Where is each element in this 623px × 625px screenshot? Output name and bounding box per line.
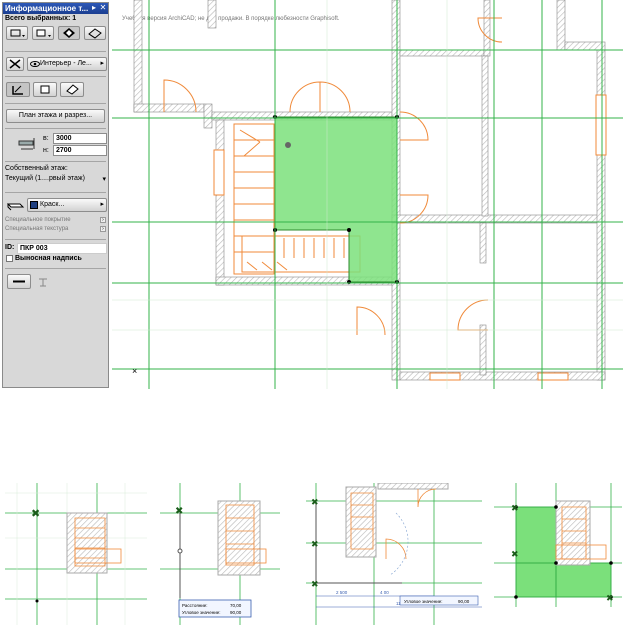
geometry-method-rotated-button[interactable] — [60, 82, 84, 97]
line-style-button[interactable] — [7, 274, 31, 289]
rotated-rectangle-icon — [66, 84, 79, 95]
step-thumbnail-1: ✖ — [5, 483, 147, 625]
material-icon — [7, 203, 25, 211]
origin-cross-icon: × — [132, 366, 137, 376]
tracker-angle-label: Угловое значение: — [404, 599, 443, 604]
svg-text:✖: ✖ — [311, 497, 319, 507]
line-icon — [13, 280, 25, 283]
cursor-cross-icon: ✖ — [31, 508, 40, 520]
geometry-method-single-button[interactable] — [6, 82, 30, 97]
home-story-value: Текущий (1....рвый этаж) — [5, 175, 85, 182]
thickness-input[interactable]: 3000 — [53, 133, 107, 144]
cursor-cross-icon: ✖ — [175, 506, 183, 517]
polygon-select-icon — [36, 29, 51, 37]
svg-text:✖: ✖ — [511, 549, 519, 559]
dropdown-arrow-icon: ▾ — [102, 176, 106, 183]
eraser-button[interactable] — [84, 26, 106, 40]
dimension-2: 4 00 — [380, 590, 389, 595]
rotated-rect-icon — [63, 28, 75, 38]
special-covering-label: Специальное покрытие — [5, 217, 71, 223]
tracker-distance-value: 70,00 — [230, 603, 242, 608]
select-rotated-button[interactable] — [58, 26, 80, 40]
cross-arrows-icon — [9, 59, 21, 69]
svg-text:✖: ✖ — [311, 539, 319, 549]
pen-icon — [39, 278, 47, 287]
leader-checkbox[interactable] — [6, 255, 13, 262]
watermark-text: Учебная версия ArchiCAD; не для продажи.… — [122, 16, 340, 22]
slab-thickness-icon — [18, 138, 35, 150]
slab-single-icon — [12, 85, 23, 95]
info-box-palette: Информационное т... ▸ ✕ Всего выбранных:… — [2, 2, 109, 388]
home-story-label: Собственный этаж: — [5, 165, 68, 172]
dimension-1: 2 500 — [336, 590, 348, 595]
info-box-titlebar[interactable]: Информационное т... ▸ ✕ — [3, 3, 108, 14]
layer-dropdown[interactable]: Интерьер - Ле... ▸ — [27, 57, 107, 71]
tracker-distance-label: Расстояние: — [182, 603, 208, 608]
dropdown-arrow-icon: ▸ — [100, 201, 104, 208]
info-box-title: Информационное т... — [5, 4, 89, 13]
pin-icon[interactable]: ▸ — [90, 4, 98, 12]
selection-count: Всего выбранных: 1 — [5, 15, 77, 22]
cursor-cross-icon: ✖ — [311, 579, 319, 589]
select-rectangle-button[interactable] — [6, 26, 28, 40]
tracker-angle-value: 90,00 — [230, 610, 242, 615]
layer-dropdown-value: Интерьер - Ле... — [40, 60, 92, 67]
dropdown-arrow-icon: ▸ — [100, 60, 104, 67]
cursor-cross-icon: ✖ — [606, 593, 614, 603]
leader-label: Выносная надпись — [15, 255, 82, 262]
rectangle-icon — [40, 85, 50, 94]
material-swatch — [30, 201, 38, 209]
svg-text:✖: ✖ — [511, 503, 519, 513]
floor-plan-section-button[interactable]: План этажа и разрез... — [6, 109, 105, 123]
id-label: ID: — [5, 244, 15, 251]
elevation-label: н: — [43, 147, 49, 154]
show-all-button[interactable] — [6, 57, 24, 71]
tracker-angle-label: Угловое значение: — [182, 610, 221, 615]
material-dropdown-value: Краск... — [40, 201, 65, 208]
eye-icon — [30, 61, 40, 67]
elevation-input[interactable]: 2700 — [53, 145, 107, 156]
select-polygon-button[interactable] — [32, 26, 54, 40]
thickness-label: в: — [43, 135, 49, 142]
home-story-dropdown[interactable]: Текущий (1....рвый этаж) ▾ — [5, 175, 106, 183]
step-thumbnail-3: ✖ ✖ ✖ 2 500 4 00 11 000 Угловое значение… — [306, 483, 482, 625]
rectangle-select-icon — [10, 29, 25, 37]
eraser-icon — [88, 28, 102, 39]
material-dropdown[interactable]: Краск... ▸ — [27, 198, 107, 212]
step-thumbnail-2: ✖ Расстояние: 70,00 Угловое значение: 90… — [160, 483, 280, 625]
special-texture-arrow[interactable]: › — [100, 226, 106, 232]
floor-plan-canvas[interactable]: Учебная версия ArchiCAD; не для продажи.… — [112, 0, 623, 389]
close-icon[interactable]: ✕ — [99, 4, 107, 12]
id-input[interactable]: ПКР 003 — [17, 243, 107, 254]
geometry-method-rect-button[interactable] — [33, 82, 57, 97]
step-thumbnail-4: ✖ ✖ ✖ — [494, 483, 622, 607]
tracker-angle-value: 90,00 — [458, 599, 470, 604]
special-covering-arrow[interactable]: › — [100, 217, 106, 223]
special-texture-label: Специальная текстура — [5, 226, 69, 232]
